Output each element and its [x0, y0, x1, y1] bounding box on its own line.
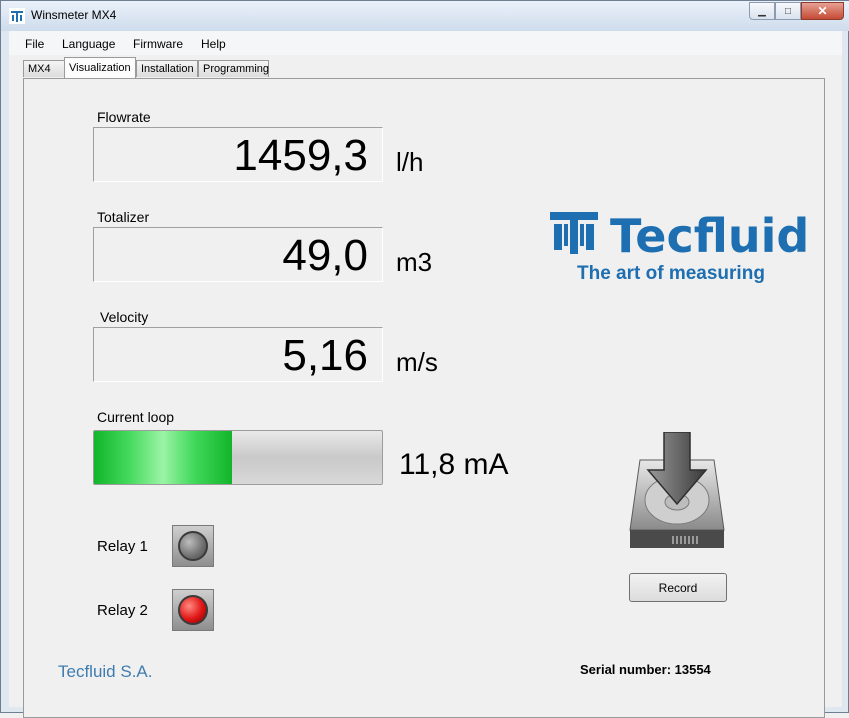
menu-bar: File Language Firmware Help: [9, 31, 842, 55]
tecfluid-logo: Tecfluid: [548, 208, 809, 263]
flowrate-display: 1459,3: [93, 127, 383, 182]
velocity-display: 5,16: [93, 327, 383, 382]
serial-number: Serial number: 13554: [580, 662, 711, 677]
current-loop-label: Current loop: [97, 409, 175, 425]
flowrate-unit: l/h: [396, 147, 424, 177]
tab-programming[interactable]: Programming: [198, 60, 269, 77]
tab-visualization[interactable]: Visualization: [64, 57, 136, 78]
menu-language[interactable]: Language: [62, 37, 115, 51]
velocity-unit: m/s: [396, 347, 438, 377]
totalizer-value: 49,0: [282, 231, 368, 280]
current-loop-bar: [93, 430, 383, 485]
totalizer-display: 49,0: [93, 227, 383, 282]
app-logo-icon: [9, 8, 25, 24]
flowrate-label: Flowrate: [97, 109, 151, 125]
relay-2-led-icon: [178, 595, 208, 625]
flowrate-value: 1459,3: [233, 131, 368, 180]
menu-firmware[interactable]: Firmware: [133, 37, 183, 51]
tab-mx4[interactable]: MX4: [23, 60, 65, 77]
relay-2-indicator: [172, 589, 214, 631]
totalizer-unit: m3: [396, 247, 433, 277]
hard-drive-download-icon[interactable]: [628, 432, 726, 552]
relay-1-indicator: [172, 525, 214, 567]
tab-installation[interactable]: Installation: [136, 60, 198, 77]
record-button[interactable]: Record: [629, 573, 727, 602]
relay-2-label: Relay 2: [97, 602, 148, 619]
relay-1-led-icon: [178, 531, 208, 561]
company-name: Tecfluid S.A.: [58, 662, 153, 681]
velocity-value: 5,16: [282, 331, 368, 380]
minimize-icon: ▁: [758, 5, 766, 17]
close-icon: ✕: [817, 4, 828, 18]
window-title: Winsmeter MX4: [31, 8, 117, 22]
totalizer-label: Totalizer: [97, 209, 150, 225]
velocity-label: Velocity: [100, 309, 149, 325]
window-controls: ▁ □ ✕: [749, 2, 844, 22]
current-loop-fill: [94, 431, 233, 484]
relay-1-label: Relay 1: [97, 538, 148, 555]
maximize-icon: □: [784, 5, 792, 17]
maximize-button[interactable]: □: [775, 2, 801, 20]
title-bar: Winsmeter MX4 ▁ □ ✕: [1, 1, 849, 31]
menu-help[interactable]: Help: [201, 37, 226, 51]
minimize-button[interactable]: ▁: [749, 2, 775, 20]
logo-wordmark: Tecfluid: [610, 209, 810, 263]
tecfluid-emblem-icon: [550, 212, 598, 254]
logo-tagline: The art of measuring: [577, 263, 765, 284]
close-button[interactable]: ✕: [801, 2, 844, 20]
menu-file[interactable]: File: [25, 37, 44, 51]
current-loop-value: 11,8 mA: [399, 448, 509, 481]
